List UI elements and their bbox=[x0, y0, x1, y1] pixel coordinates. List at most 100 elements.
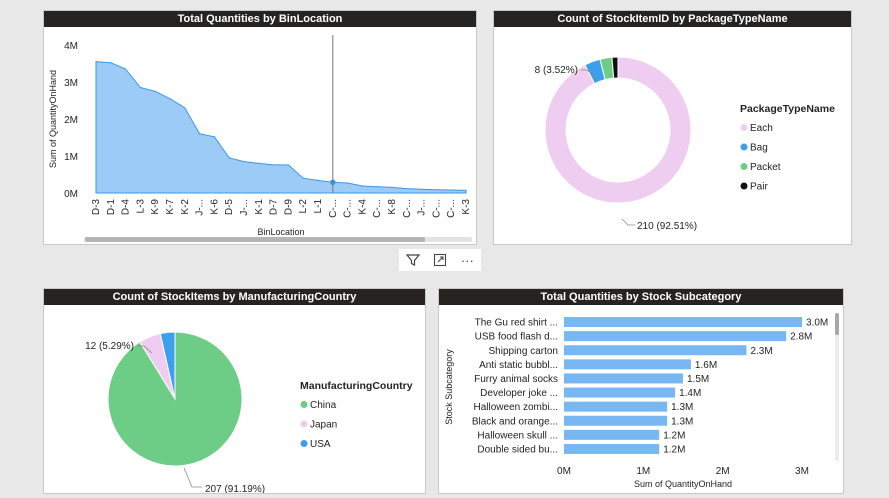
x-tick-label: J-... bbox=[417, 199, 428, 216]
bar[interactable] bbox=[564, 429, 660, 440]
category-label: Anti static bubbl... bbox=[479, 360, 558, 371]
country-pie-chart[interactable]: ManufacturingCountry China Japan USA 207 (91… bbox=[44, 305, 426, 494]
category-label: Halloween skull ... bbox=[477, 430, 558, 441]
data-point bbox=[317, 179, 319, 182]
horizontal-scrollbar-thumb[interactable] bbox=[85, 237, 425, 242]
package-type-donut-chart[interactable]: PackageTypeName Each Bag Packet Pair 210 (92.… bbox=[494, 27, 852, 245]
data-label: 12 (5.29%) bbox=[85, 341, 134, 352]
bar-value-label: 1.3M bbox=[671, 402, 693, 413]
bar[interactable] bbox=[564, 401, 668, 412]
bar[interactable] bbox=[564, 345, 747, 356]
y-axis-title: Stock Subcategory bbox=[444, 349, 454, 425]
data-point bbox=[391, 186, 393, 189]
x-tick-label: D-7 bbox=[269, 199, 280, 216]
data-point bbox=[421, 188, 423, 190]
x-tick-label: C-... bbox=[402, 199, 413, 218]
x-tick-label: L-1 bbox=[313, 199, 324, 214]
data-label: 8 (3.52%) bbox=[535, 65, 578, 76]
data-point bbox=[139, 86, 141, 89]
data-point bbox=[213, 136, 215, 138]
data-point bbox=[273, 164, 275, 166]
category-label: Double sided bu... bbox=[477, 444, 558, 455]
bar-value-label: 3.0M bbox=[806, 318, 828, 329]
data-label: 207 (91.19%) bbox=[205, 484, 265, 494]
data-point bbox=[287, 164, 289, 166]
legend-title: PackageTypeName bbox=[740, 103, 835, 115]
x-tick-label: K-4 bbox=[357, 199, 368, 215]
category-label: Halloween zombi... bbox=[474, 402, 558, 413]
bin-location-chart-card[interactable]: Total Quantities by BinLocation 4M 3M 2M 1M… bbox=[43, 10, 477, 245]
vertical-scrollbar-thumb[interactable] bbox=[835, 313, 839, 335]
legend-item-china[interactable]: China bbox=[310, 400, 337, 411]
x-tick-label: K-6 bbox=[209, 199, 220, 215]
bar[interactable] bbox=[564, 331, 787, 342]
legend-item-each[interactable]: Each bbox=[750, 123, 773, 134]
data-point bbox=[435, 189, 437, 191]
data-label: 210 (92.51%) bbox=[637, 221, 697, 232]
x-tick-label: 1M bbox=[636, 466, 650, 477]
legend-marker bbox=[300, 420, 308, 428]
slice-each[interactable] bbox=[544, 56, 692, 204]
legend-marker bbox=[300, 401, 308, 408]
x-tick-label: K-9 bbox=[150, 199, 161, 215]
vertical-scrollbar-track bbox=[835, 313, 839, 461]
legend-item-japan[interactable]: Japan bbox=[310, 420, 337, 431]
subcategory-bar-chart[interactable]: The Gu red shirt ... 3.0M USB food flash d… bbox=[439, 305, 844, 494]
x-tick-label: D-3 bbox=[91, 199, 102, 216]
data-point bbox=[465, 189, 467, 192]
data-point bbox=[169, 98, 171, 100]
subcategory-chart-title: Total Quantities by Stock Subcategory bbox=[439, 289, 843, 305]
filter-icon[interactable] bbox=[402, 250, 424, 270]
x-tick-label: J-... bbox=[239, 199, 250, 216]
focus-mode-icon[interactable] bbox=[429, 250, 451, 270]
y-tick-label: 1M bbox=[64, 152, 78, 163]
legend-item-bag[interactable]: Bag bbox=[750, 143, 768, 154]
package-type-chart-card[interactable]: Count of StockItemID by PackageTypeName … bbox=[493, 10, 852, 245]
bar[interactable] bbox=[564, 415, 668, 426]
bar-value-label: 1.2M bbox=[663, 430, 685, 441]
data-point bbox=[302, 177, 304, 179]
bar[interactable] bbox=[564, 387, 676, 398]
bar[interactable] bbox=[564, 443, 660, 454]
data-point bbox=[406, 187, 408, 190]
category-label: Shipping carton bbox=[489, 346, 559, 357]
x-tick-label: 0M bbox=[557, 466, 571, 477]
legend-title: ManufacturingCountry bbox=[300, 380, 413, 392]
legend-item-usa[interactable]: USA bbox=[310, 439, 331, 450]
country-chart-title: Count of StockItems by ManufacturingCoun… bbox=[44, 289, 425, 305]
legend-marker bbox=[740, 143, 748, 151]
package-type-chart-title: Count of StockItemID by PackageTypeName bbox=[494, 11, 851, 27]
more-options-icon[interactable]: ··· bbox=[456, 250, 478, 270]
bar[interactable] bbox=[564, 373, 683, 384]
legend-marker bbox=[300, 440, 308, 447]
area-series bbox=[95, 61, 467, 194]
country-chart-card[interactable]: Count of StockItems by ManufacturingCoun… bbox=[43, 288, 426, 494]
x-tick-label: C-... bbox=[431, 199, 442, 218]
bar-value-label: 2.8M bbox=[790, 332, 812, 343]
slice-china[interactable] bbox=[107, 331, 243, 467]
legend-item-pair[interactable]: Pair bbox=[750, 182, 768, 193]
data-point bbox=[243, 160, 245, 163]
data-point bbox=[125, 68, 127, 70]
y-tick-label: 0M bbox=[64, 189, 78, 200]
bar[interactable] bbox=[564, 359, 691, 370]
legend-marker bbox=[740, 163, 748, 170]
x-tick-label: C-... bbox=[372, 199, 383, 218]
data-point bbox=[361, 185, 363, 187]
x-tick-label: D-1 bbox=[106, 199, 117, 216]
data-point bbox=[95, 61, 97, 63]
data-point bbox=[376, 186, 378, 188]
category-label: Black and orange... bbox=[472, 416, 558, 427]
visual-header-toolbar: ··· bbox=[399, 249, 481, 271]
data-point bbox=[450, 189, 452, 191]
bin-location-area-chart[interactable]: 4M3M2M1M0MD-3 D-1 D-4 L-3 K-9 K-7 K-2 J-... K-6 D… bbox=[44, 27, 477, 245]
category-label: Developer joke ... bbox=[480, 388, 558, 399]
legend-item-packet[interactable]: Packet bbox=[750, 162, 781, 173]
x-tick-label: J-... bbox=[195, 199, 206, 216]
x-tick-label: L-3 bbox=[135, 199, 146, 214]
bar[interactable] bbox=[564, 317, 802, 328]
x-tick-label: L-2 bbox=[298, 199, 309, 214]
data-point bbox=[199, 133, 201, 135]
subcategory-chart-card[interactable]: Total Quantities by Stock Subcategory Th… bbox=[438, 288, 844, 494]
category-label: USB food flash d... bbox=[475, 332, 558, 343]
